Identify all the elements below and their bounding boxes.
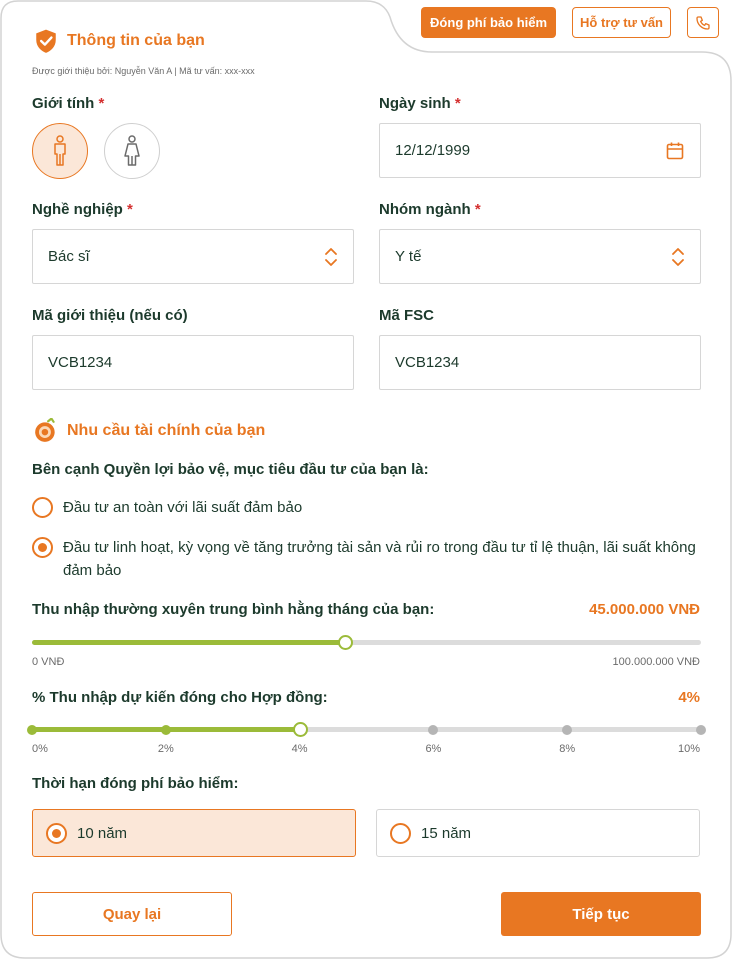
chevron-up-down-icon xyxy=(671,247,685,267)
percent-step-dot[interactable] xyxy=(562,724,573,735)
term-option-15-years[interactable]: 15 năm xyxy=(376,809,700,857)
section-title: Thông tin của bạn xyxy=(67,32,205,49)
income-slider-fill xyxy=(32,640,346,645)
referral-code-input[interactable]: VCB1234 xyxy=(32,335,354,390)
percent-value: 4% xyxy=(678,689,700,706)
gender-label: Giới tính * xyxy=(32,95,105,112)
percent-step-dot[interactable] xyxy=(428,724,439,735)
financial-needs-heading: Nhu cầu tài chính của bạn xyxy=(33,418,265,444)
fsc-value: VCB1234 xyxy=(395,354,460,371)
percent-step-label: 8% xyxy=(559,743,576,755)
female-icon xyxy=(124,135,140,166)
percent-slider-thumb[interactable] xyxy=(292,722,308,737)
gender-female-button[interactable] xyxy=(104,123,160,179)
section-title: Nhu cầu tài chính của bạn xyxy=(67,422,266,439)
goal-option-label: Đầu tư linh hoạt, kỳ vọng về tăng trưởng… xyxy=(63,539,696,579)
occupation-label: Nghề nghiệp * xyxy=(32,201,133,218)
occupation-value: Bác sĩ xyxy=(48,248,90,265)
referral-note: Được giới thiệu bởi: Nguyễn Văn A | Mã t… xyxy=(32,66,255,76)
term-option-label: 10 năm xyxy=(77,824,128,842)
goal-option-flexible[interactable]: Đầu tư linh hoạt, kỳ vọng về tăng trưởng… xyxy=(32,536,701,582)
percent-step-dot[interactable] xyxy=(696,724,706,735)
personal-info-heading: Thông tin của bạn xyxy=(33,28,205,54)
chevron-up-down-icon xyxy=(324,247,338,267)
goal-option-label: Đầu tư an toàn với lãi suất đảm bảo xyxy=(63,499,303,516)
radio-unchecked[interactable] xyxy=(32,497,53,518)
percent-step-dot[interactable] xyxy=(160,724,171,735)
income-max-label: 100.000.000 VNĐ xyxy=(612,656,700,668)
income-slider-thumb[interactable] xyxy=(338,635,354,650)
phone-icon xyxy=(696,15,710,30)
percent-label: % Thu nhập dự kiến đóng cho Hợp đồng: xyxy=(32,689,328,706)
occupation-select[interactable]: Bác sĩ xyxy=(32,229,354,284)
dob-value: 12/12/1999 xyxy=(395,142,471,159)
fsc-label: Mã FSC xyxy=(379,307,435,324)
percent-slider[interactable] xyxy=(27,722,706,737)
percent-step-label: 6% xyxy=(425,743,442,755)
support-button[interactable]: Hỗ trợ tư vấn xyxy=(572,7,671,38)
coin-icon xyxy=(35,418,55,442)
income-min-label: 0 VNĐ xyxy=(32,656,65,668)
income-slider[interactable] xyxy=(32,635,701,650)
radio-checked[interactable] xyxy=(46,823,67,844)
dob-field[interactable]: 12/12/1999 xyxy=(379,123,701,178)
continue-button[interactable]: Tiếp tục xyxy=(501,892,701,936)
industry-value: Y tế xyxy=(395,248,422,265)
back-button[interactable]: Quay lại xyxy=(32,892,232,936)
goal-option-safe[interactable]: Đầu tư an toàn với lãi suất đảm bảo xyxy=(32,496,701,519)
percent-step-label: 0% xyxy=(32,743,48,755)
fsc-input[interactable]: VCB1234 xyxy=(379,335,701,390)
calendar-icon[interactable] xyxy=(665,141,685,161)
income-value: 45.000.000 VNĐ xyxy=(589,601,700,618)
dob-label: Ngày sinh * xyxy=(379,95,461,112)
industry-label: Nhóm ngành * xyxy=(379,201,481,218)
percent-step-label: 2% xyxy=(157,743,174,755)
investment-goal-question: Bên cạnh Quyền lợi bảo vệ, mục tiêu đầu … xyxy=(32,461,429,478)
referral-code-label: Mã giới thiệu (nếu có) xyxy=(32,307,188,324)
term-label: Thời hạn đóng phí bảo hiểm: xyxy=(32,775,239,792)
percent-step-label: 10% xyxy=(677,743,700,755)
call-button[interactable] xyxy=(687,7,719,38)
referral-code-value: VCB1234 xyxy=(48,354,113,371)
shield-check-icon xyxy=(36,29,56,53)
header-actions: Đóng phí bảo hiểm Hỗ trợ tư vấn xyxy=(421,7,719,38)
gender-male-button[interactable] xyxy=(32,123,88,179)
pay-premium-button[interactable]: Đóng phí bảo hiểm xyxy=(421,7,557,38)
percent-step-label: 4% xyxy=(291,743,308,755)
term-option-10-years[interactable]: 10 năm xyxy=(32,809,356,857)
income-label: Thu nhập thường xuyên trung bình hằng th… xyxy=(32,601,435,618)
radio-checked[interactable] xyxy=(32,537,53,558)
male-icon xyxy=(54,135,66,166)
term-option-label: 15 năm xyxy=(421,824,472,842)
radio-unchecked[interactable] xyxy=(390,823,411,844)
industry-select[interactable]: Y tế xyxy=(379,229,701,284)
percent-step-dot[interactable] xyxy=(27,724,37,735)
